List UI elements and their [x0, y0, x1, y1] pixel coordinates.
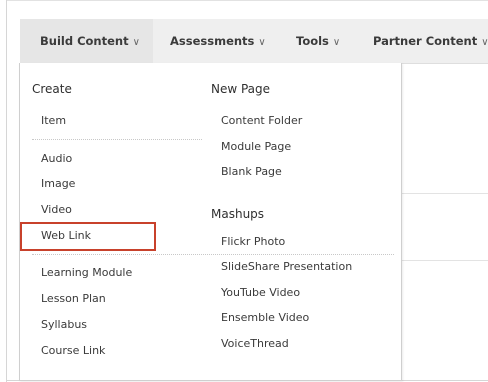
chevron-down-icon: ∨ — [258, 37, 266, 48]
menu-item-item[interactable]: Item — [41, 114, 66, 127]
background-divider — [402, 260, 488, 261]
tools-label: Tools — [296, 34, 329, 48]
build-content-label: Build Content — [40, 34, 129, 48]
menu-item-video[interactable]: Video — [41, 203, 72, 216]
partner-content-menu[interactable]: Partner Content ∨ — [373, 19, 488, 63]
menu-item-youtube-video[interactable]: YouTube Video — [221, 286, 300, 299]
menu-item-slideshare-presentation[interactable]: SlideShare Presentation — [221, 260, 352, 273]
partner-content-label: Partner Content — [373, 34, 478, 48]
menu-item-course-link[interactable]: Course Link — [41, 344, 105, 357]
page-frame-left — [6, 0, 7, 382]
build-content-menu[interactable]: Build Content ∨ — [20, 19, 153, 63]
mashups-heading: Mashups — [211, 207, 265, 221]
menu-item-flickr-photo[interactable]: Flickr Photo — [221, 235, 285, 248]
chevron-down-icon: ∨ — [481, 37, 488, 48]
chevron-down-icon: ∨ — [132, 37, 140, 48]
menu-item-image[interactable]: Image — [41, 177, 75, 190]
tools-menu[interactable]: Tools ∨ — [296, 19, 340, 63]
new-page-heading: New Page — [211, 82, 271, 96]
divider — [32, 139, 202, 140]
menu-item-module-page[interactable]: Module Page — [221, 140, 291, 153]
background-panel — [402, 63, 488, 194]
page-frame-top — [6, 0, 488, 1]
menu-item-syllabus[interactable]: Syllabus — [41, 318, 87, 331]
build-content-dropdown: Create Item Audio Image Video Web Link L… — [19, 63, 402, 381]
menu-item-ensemble-video[interactable]: Ensemble Video — [221, 311, 309, 324]
menu-item-learning-module[interactable]: Learning Module — [41, 266, 132, 279]
menu-item-content-folder[interactable]: Content Folder — [221, 114, 302, 127]
menu-item-lesson-plan[interactable]: Lesson Plan — [41, 292, 106, 305]
menu-item-audio[interactable]: Audio — [41, 152, 72, 165]
menu-item-web-link[interactable]: Web Link — [41, 229, 91, 242]
assessments-label: Assessments — [170, 34, 255, 48]
menu-item-voicethread[interactable]: VoiceThread — [221, 337, 289, 350]
assessments-menu[interactable]: Assessments ∨ — [170, 19, 266, 63]
menu-item-blank-page[interactable]: Blank Page — [221, 165, 282, 178]
content-menubar: Build Content ∨ Assessments ∨ Tools ∨ Partn… — [20, 19, 488, 64]
create-heading: Create — [32, 82, 72, 96]
chevron-down-icon: ∨ — [332, 37, 341, 48]
divider — [32, 254, 394, 255]
